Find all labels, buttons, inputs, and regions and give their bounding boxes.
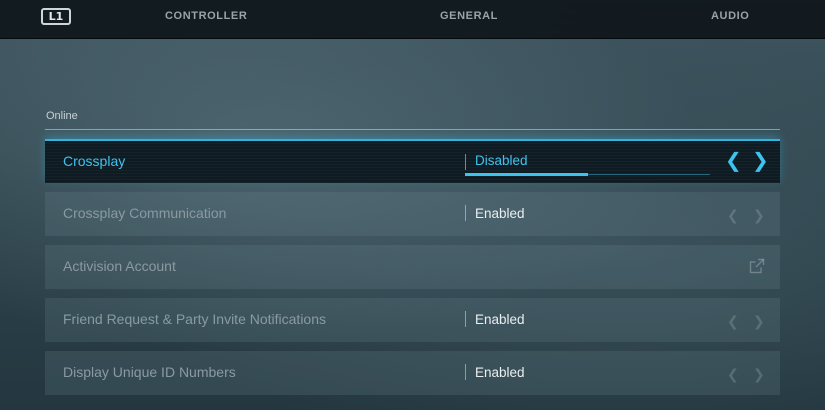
value-divider bbox=[465, 205, 466, 221]
tab-controller[interactable]: CONTROLLER bbox=[165, 10, 247, 22]
section-title-online: Online bbox=[46, 110, 78, 122]
setting-value: Enabled bbox=[475, 206, 525, 221]
chevron-right-icon[interactable]: ❯ bbox=[752, 150, 769, 170]
chevron-right-icon[interactable]: ❯ bbox=[753, 206, 765, 226]
value-divider bbox=[465, 364, 466, 380]
chevron-right-icon[interactable]: ❯ bbox=[753, 365, 765, 385]
top-nav-bar: L1 CONTROLLER GENERAL AUDIO bbox=[0, 0, 825, 39]
l1-bumper-icon[interactable]: L1 bbox=[41, 8, 71, 25]
setting-label: Crossplay Communication bbox=[63, 205, 227, 221]
section-divider bbox=[45, 129, 780, 130]
setting-label: Display Unique ID Numbers bbox=[63, 364, 236, 380]
setting-label: Friend Request & Party Invite Notificati… bbox=[63, 311, 327, 327]
chevron-left-icon[interactable]: ❮ bbox=[725, 150, 742, 170]
chevron-right-icon[interactable]: ❯ bbox=[753, 312, 765, 332]
chevron-left-icon[interactable]: ❮ bbox=[727, 206, 739, 226]
setting-label: Crossplay bbox=[63, 153, 126, 169]
tab-audio[interactable]: AUDIO bbox=[711, 10, 749, 22]
setting-value: Enabled bbox=[475, 365, 525, 380]
value-divider bbox=[465, 154, 466, 170]
chevron-left-icon[interactable]: ❮ bbox=[727, 365, 739, 385]
tab-general[interactable]: GENERAL bbox=[440, 10, 498, 22]
value-indicator-bar bbox=[465, 173, 588, 176]
setting-row-crossplay-communication[interactable]: Crossplay Communication Enabled ❮ ❯ bbox=[45, 192, 780, 236]
setting-row-activision-account[interactable]: Activision Account bbox=[45, 245, 780, 289]
setting-row-crossplay[interactable]: Crossplay Disabled ❮ ❯ bbox=[45, 139, 780, 183]
setting-value: Disabled bbox=[475, 153, 528, 168]
setting-row-friend-request-notifications[interactable]: Friend Request & Party Invite Notificati… bbox=[45, 298, 780, 342]
value-divider bbox=[465, 311, 466, 327]
chevron-left-icon[interactable]: ❮ bbox=[727, 312, 739, 332]
setting-value: Enabled bbox=[475, 312, 525, 327]
external-link-icon[interactable] bbox=[749, 258, 765, 274]
setting-row-display-unique-id[interactable]: Display Unique ID Numbers Enabled ❮ ❯ bbox=[45, 351, 780, 395]
setting-label: Activision Account bbox=[63, 258, 176, 274]
